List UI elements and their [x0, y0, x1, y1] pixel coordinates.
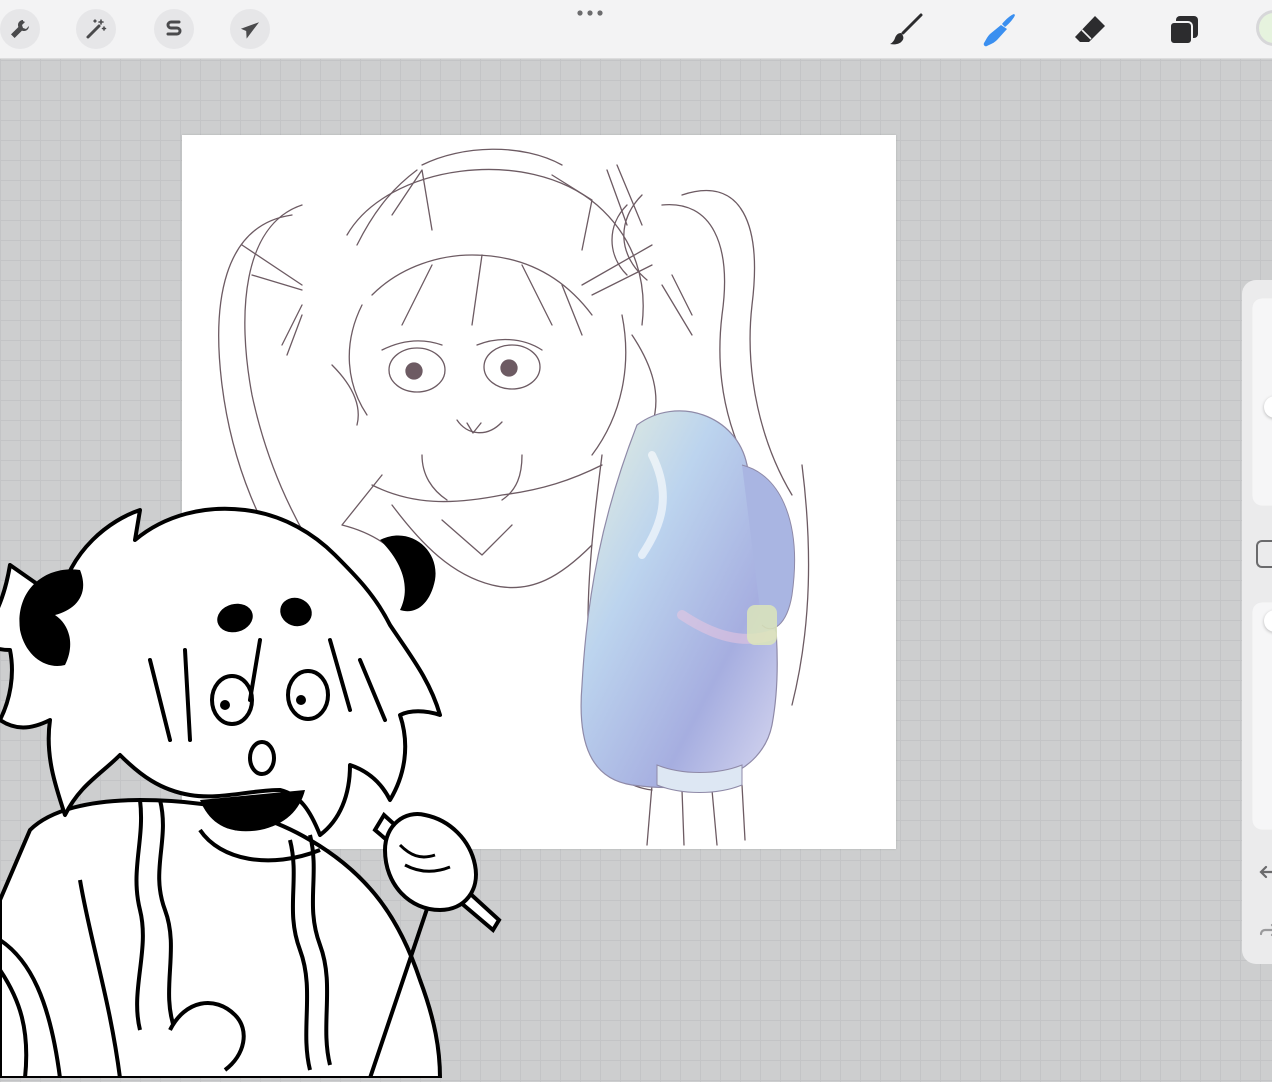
color-picker-button[interactable] [1256, 10, 1272, 46]
character-lineart [0, 506, 502, 1080]
magic-wand-icon [86, 19, 107, 39]
selection-button[interactable] [154, 9, 194, 49]
opacity-slider[interactable] [1252, 602, 1272, 830]
eraser-icon [1075, 16, 1105, 42]
layers-button[interactable] [1162, 8, 1206, 52]
wrench-icon [11, 19, 30, 38]
adjustments-button[interactable] [76, 9, 116, 49]
undo-icon[interactable] [1258, 862, 1272, 884]
eraser-tool-button[interactable] [1068, 8, 1112, 52]
more-options-icon[interactable] [574, 6, 606, 20]
transform-button[interactable] [230, 9, 270, 49]
layers-icon [1169, 16, 1198, 45]
opacity-knob[interactable] [1264, 610, 1272, 632]
smudge-icon [983, 14, 1015, 47]
brush-sidebar [1242, 280, 1272, 964]
brush-icon [890, 13, 923, 45]
modify-button[interactable] [1256, 540, 1272, 568]
selection-s-icon [166, 20, 182, 36]
arrow-cursor-icon [240, 22, 260, 39]
redo-icon[interactable] [1258, 920, 1272, 942]
avatar-overlay [0, 500, 530, 1080]
brush-size-knob[interactable] [1264, 396, 1272, 418]
top-toolbar [0, 0, 1272, 59]
brush-size-slider[interactable] [1252, 298, 1272, 506]
smudge-tool-button[interactable] [976, 8, 1020, 52]
brush-tool-button[interactable] [884, 8, 928, 52]
actions-button[interactable] [0, 9, 40, 49]
